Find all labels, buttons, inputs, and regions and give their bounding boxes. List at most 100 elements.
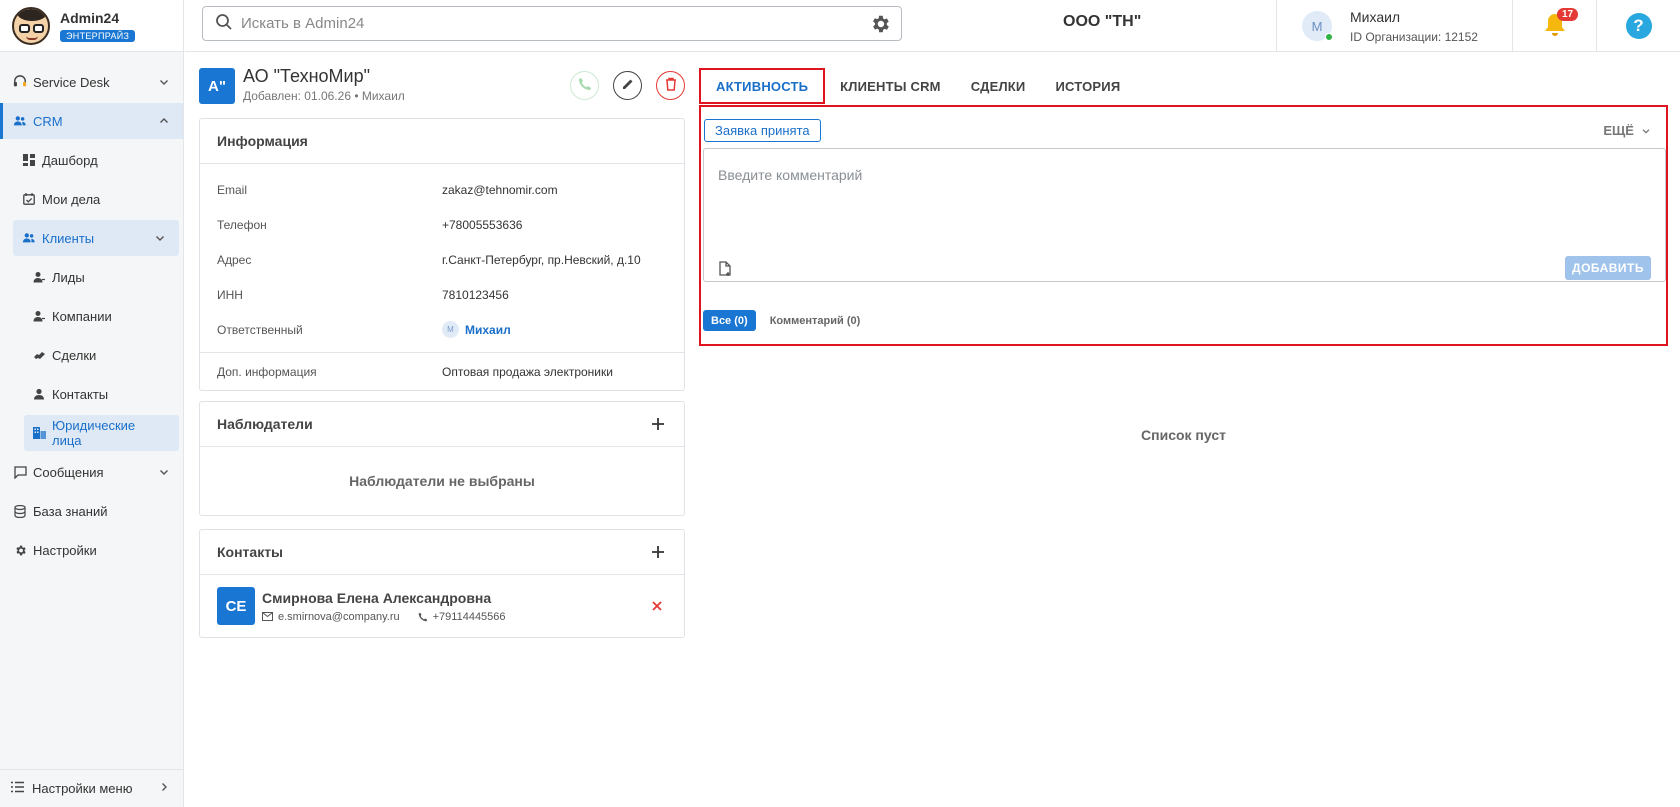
help-button[interactable]: ? xyxy=(1596,0,1680,52)
sidebar-item-label: Service Desk xyxy=(33,74,110,90)
close-icon xyxy=(652,601,662,611)
contacts-card-header: Контакты xyxy=(200,530,684,575)
sidebar-item-label: Сообщения xyxy=(33,464,104,480)
sidebar-item-contacts[interactable]: Контакты xyxy=(0,376,183,412)
users-icon xyxy=(13,114,27,128)
user-name: Михаил xyxy=(1350,8,1401,25)
watchers-card-title: Наблюдатели xyxy=(217,416,313,432)
sidebar-item-label: Мои дела xyxy=(42,191,101,207)
notification-count-badge: 17 xyxy=(1557,8,1579,21)
person-plus-icon xyxy=(32,309,46,323)
sidebar-item-companies[interactable]: Компании xyxy=(0,298,183,334)
info-row-extra: Доп. информация Оптовая продажа электрони… xyxy=(200,352,684,390)
filter-comments[interactable]: Комментарий (0) xyxy=(762,310,869,331)
plan-badge: ЭНТЕРПРАЙЗ xyxy=(60,29,136,42)
sidebar-item-label: Настройки xyxy=(33,542,97,558)
entity-title: АО "ТехноМир" xyxy=(243,66,371,86)
entity-subtitle: Добавлен: 01.06.26 • Михаил xyxy=(243,89,405,103)
info-value[interactable]: +78005553636 xyxy=(442,218,522,232)
sidebar-item-label: Клиенты xyxy=(42,230,95,246)
add-contact-button[interactable] xyxy=(649,543,667,561)
tab-deals[interactable]: СДЕЛКИ xyxy=(956,68,1041,104)
phone-icon xyxy=(578,77,592,94)
info-row-phone: Телефон +78005553636 xyxy=(200,207,684,242)
brand-logo-icon xyxy=(12,6,50,45)
responsible-user-name: Михаил xyxy=(465,322,511,337)
sidebar-item-service-desk[interactable]: Service Desk xyxy=(0,64,183,100)
chevron-down-icon xyxy=(157,75,171,89)
sidebar-item-messages[interactable]: Сообщения xyxy=(0,454,183,490)
list-item[interactable]: СЕ Смирнова Елена Александровна e.smirno… xyxy=(200,575,684,637)
search-input[interactable] xyxy=(241,15,869,32)
organization-name[interactable]: ООО "ТН" xyxy=(1063,13,1141,31)
more-label: ЕЩЁ xyxy=(1603,123,1634,138)
building-icon xyxy=(32,426,46,440)
comment-editor: ДОБАВИТЬ xyxy=(703,148,1666,282)
delete-button[interactable] xyxy=(656,71,685,100)
info-value: г.Санкт-Петербург, пр.Невский, д.10 xyxy=(442,252,641,267)
brand[interactable]: Admin24 ЭНТЕРПРАЙЗ xyxy=(0,0,183,52)
sidebar-item-knowledge-base[interactable]: База знаний xyxy=(0,493,183,529)
tab-activity[interactable]: АКТИВНОСТЬ xyxy=(699,68,826,104)
menu-settings-label: Настройки меню xyxy=(32,781,133,796)
brand-name: Admin24 xyxy=(60,9,120,26)
pencil-icon xyxy=(621,77,635,94)
calendar-check-icon xyxy=(22,192,36,206)
edit-button[interactable] xyxy=(613,71,642,100)
filter-all[interactable]: Все (0) xyxy=(703,310,756,331)
sidebar-item-dashboard[interactable]: Дашборд xyxy=(0,142,183,178)
info-row-address: Адрес г.Санкт-Петербург, пр.Невский, д.10 xyxy=(200,242,684,277)
menu-settings-button[interactable]: Настройки меню xyxy=(0,769,183,807)
mail-icon xyxy=(262,612,273,621)
attach-file-icon[interactable] xyxy=(718,261,734,277)
chevron-down-icon xyxy=(157,465,171,479)
info-key: Доп. информация xyxy=(217,364,317,379)
sidebar-item-label: Лиды xyxy=(52,269,85,285)
add-comment-button[interactable]: ДОБАВИТЬ xyxy=(1565,256,1651,280)
person-icon xyxy=(32,387,46,401)
remove-contact-button[interactable] xyxy=(650,599,664,613)
sidebar-item-deals[interactable]: Сделки xyxy=(0,337,183,373)
watchers-card: Наблюдатели Наблюдатели не выбраны xyxy=(199,401,685,516)
info-key: Ответственный xyxy=(217,322,303,337)
comment-input[interactable] xyxy=(718,167,1618,227)
responsible-user-link[interactable]: М Михаил xyxy=(442,321,511,338)
tab-crm-clients[interactable]: КЛИЕНТЫ CRM xyxy=(825,68,956,104)
list-icon xyxy=(11,781,24,796)
status-chip[interactable]: Заявка принята xyxy=(704,119,821,142)
more-button[interactable]: ЕЩЁ xyxy=(1603,123,1652,138)
notifications-button[interactable]: 17 xyxy=(1512,0,1596,52)
contact-phone[interactable]: +79114445566 xyxy=(418,611,506,623)
sidebar-item-label: Юридические лица xyxy=(52,418,136,448)
organization-id: ID Организации: 12152 xyxy=(1350,29,1478,44)
gear-icon xyxy=(13,543,27,557)
info-card-title: Информация xyxy=(217,133,308,149)
call-button[interactable] xyxy=(570,71,599,100)
search-settings-icon[interactable] xyxy=(869,13,891,35)
sidebar-item-leads[interactable]: Лиды xyxy=(0,259,183,295)
sidebar-item-label: База знаний xyxy=(33,503,108,519)
phone-icon xyxy=(418,612,427,621)
database-icon xyxy=(13,504,27,518)
sidebar-item-crm[interactable]: CRM xyxy=(0,103,183,139)
tab-history[interactable]: ИСТОРИЯ xyxy=(1040,68,1135,104)
dashboard-icon xyxy=(22,153,36,167)
sidebar-item-legal-entities[interactable]: Юридические лица xyxy=(24,415,179,451)
sidebar-item-clients[interactable]: Клиенты xyxy=(13,220,179,256)
sidebar-item-label: Компании xyxy=(52,308,112,324)
info-key: Адрес xyxy=(217,252,252,267)
info-value[interactable]: zakaz@tehnomir.com xyxy=(442,183,558,197)
chat-icon xyxy=(13,465,27,479)
info-row-responsible: Ответственный М Михаил xyxy=(200,312,684,347)
activity-filters: Все (0) Комментарий (0) xyxy=(703,310,874,331)
sidebar-item-settings[interactable]: Настройки xyxy=(0,532,183,568)
add-watcher-button[interactable] xyxy=(649,415,667,433)
info-card-header: Информация xyxy=(200,119,684,164)
sidebar-item-my-tasks[interactable]: Мои дела xyxy=(0,181,183,217)
contact-name[interactable]: Смирнова Елена Александровна xyxy=(262,590,650,606)
search-bar[interactable] xyxy=(202,6,902,41)
contacts-card-title: Контакты xyxy=(217,544,284,560)
contact-email[interactable]: e.smirnova@company.ru xyxy=(262,611,400,623)
chevron-down-icon xyxy=(1642,128,1650,134)
user-profile[interactable]: M Михаил ID Организации: 12152 xyxy=(1276,0,1512,52)
